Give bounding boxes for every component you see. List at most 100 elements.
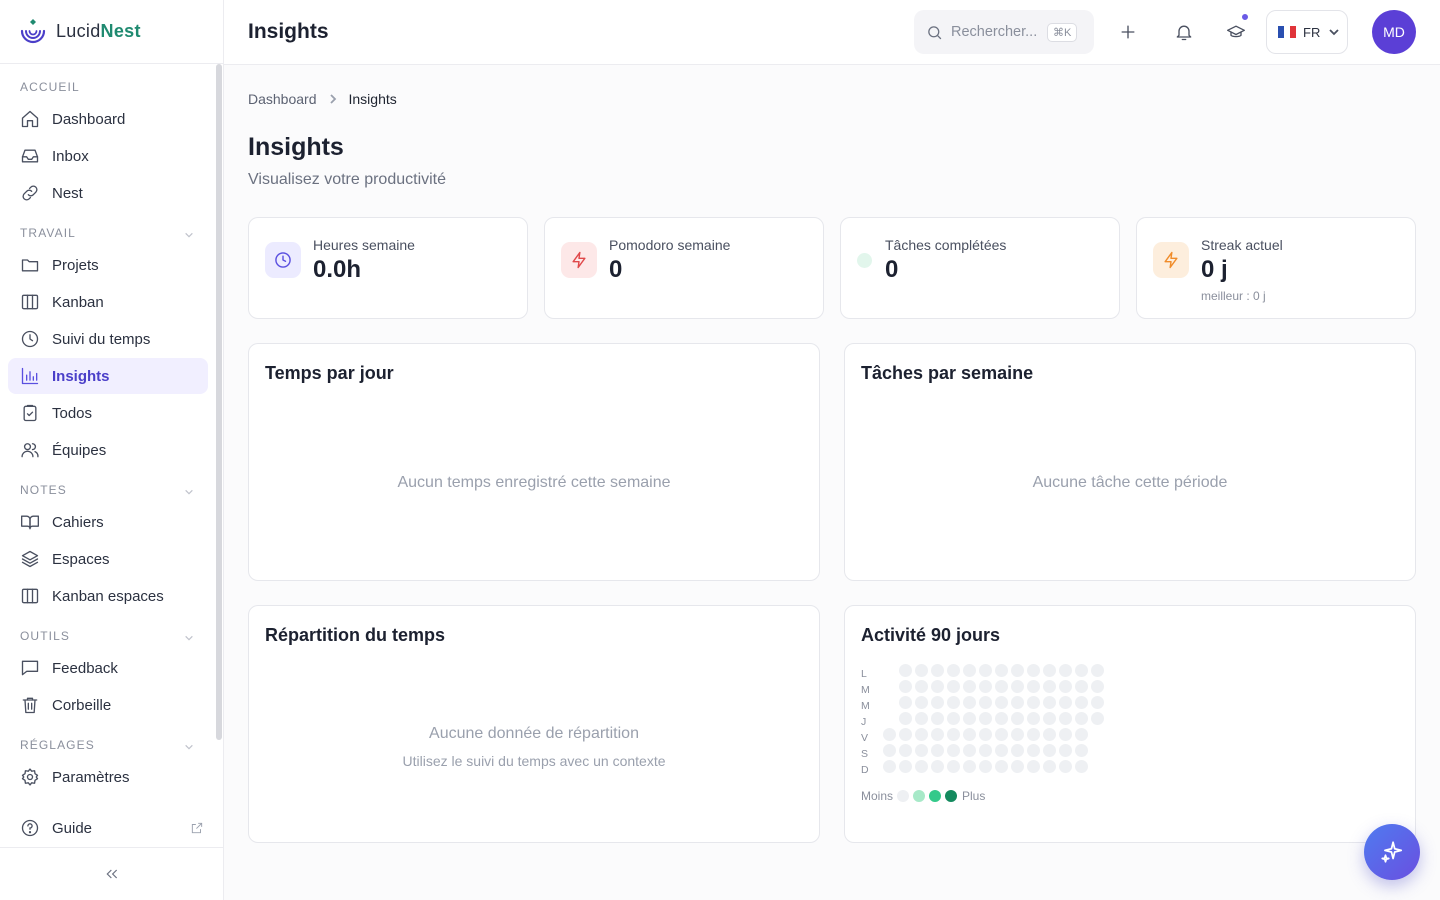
- user-avatar[interactable]: MD: [1372, 10, 1416, 54]
- heatmap-cell[interactable]: [1075, 728, 1088, 741]
- sidebar-item-parametres[interactable]: Paramètres: [8, 759, 208, 795]
- search-input[interactable]: [951, 24, 1041, 40]
- heatmap-cell[interactable]: [1075, 696, 1088, 709]
- heatmap-cell[interactable]: [995, 712, 1008, 725]
- heatmap-cell[interactable]: [947, 664, 960, 677]
- heatmap-cell[interactable]: [1043, 728, 1056, 741]
- heatmap-cell[interactable]: [1059, 760, 1072, 773]
- heatmap-cell[interactable]: [915, 680, 928, 693]
- sidebar-item-dashboard[interactable]: Dashboard: [8, 101, 208, 137]
- sidebar-item-espaces[interactable]: Espaces: [8, 541, 208, 577]
- sidebar-scrollbar[interactable]: [216, 64, 222, 740]
- heatmap-cell[interactable]: [899, 728, 912, 741]
- heatmap-cell[interactable]: [915, 744, 928, 757]
- ai-assistant-button[interactable]: [1364, 824, 1420, 880]
- heatmap-cell[interactable]: [995, 744, 1008, 757]
- section-reglages[interactable]: RÉGLAGES: [8, 724, 208, 758]
- heatmap-cell[interactable]: [1011, 664, 1024, 677]
- heatmap-cell[interactable]: [931, 712, 944, 725]
- heatmap-cell[interactable]: [995, 696, 1008, 709]
- heatmap-cell[interactable]: [931, 680, 944, 693]
- heatmap-cell[interactable]: [899, 744, 912, 757]
- heatmap-cell[interactable]: [947, 680, 960, 693]
- heatmap-cell[interactable]: [1011, 680, 1024, 693]
- heatmap-cell[interactable]: [1091, 680, 1104, 693]
- heatmap-cell[interactable]: [931, 728, 944, 741]
- heatmap-cell[interactable]: [979, 760, 992, 773]
- sidebar-item-corbeille[interactable]: Corbeille: [8, 687, 208, 723]
- heatmap-cell[interactable]: [995, 680, 1008, 693]
- heatmap-cell[interactable]: [1011, 744, 1024, 757]
- heatmap-cell[interactable]: [1027, 728, 1040, 741]
- sidebar-item-guide[interactable]: Guide: [8, 810, 216, 846]
- heatmap-cell[interactable]: [979, 712, 992, 725]
- heatmap-cell[interactable]: [963, 712, 976, 725]
- heatmap-cell[interactable]: [931, 744, 944, 757]
- section-notes[interactable]: NOTES: [8, 469, 208, 503]
- heatmap-cell[interactable]: [963, 744, 976, 757]
- heatmap-cell[interactable]: [1043, 680, 1056, 693]
- sidebar-item-inbox[interactable]: Inbox: [8, 138, 208, 174]
- sidebar-item-kanban[interactable]: Kanban: [8, 284, 208, 320]
- heatmap-cell[interactable]: [963, 696, 976, 709]
- heatmap-cell[interactable]: [1027, 712, 1040, 725]
- heatmap-cell[interactable]: [963, 728, 976, 741]
- heatmap-cell[interactable]: [1059, 696, 1072, 709]
- heatmap-cell[interactable]: [979, 696, 992, 709]
- heatmap-cell[interactable]: [899, 760, 912, 773]
- heatmap-cell[interactable]: [1043, 712, 1056, 725]
- heatmap-cell[interactable]: [979, 744, 992, 757]
- heatmap-cell[interactable]: [1059, 728, 1072, 741]
- sidebar-item-equipes[interactable]: Équipes: [8, 432, 208, 468]
- heatmap-cell[interactable]: [947, 728, 960, 741]
- heatmap-cell[interactable]: [915, 696, 928, 709]
- learning-button[interactable]: [1220, 12, 1252, 48]
- heatmap-cell[interactable]: [931, 696, 944, 709]
- heatmap-cell[interactable]: [979, 680, 992, 693]
- heatmap-cell[interactable]: [1075, 760, 1088, 773]
- heatmap-cell[interactable]: [995, 664, 1008, 677]
- heatmap-cell[interactable]: [883, 744, 896, 757]
- heatmap-cell[interactable]: [1059, 744, 1072, 757]
- heatmap-cell[interactable]: [1011, 760, 1024, 773]
- notifications-button[interactable]: [1168, 16, 1200, 48]
- heatmap-cell[interactable]: [1027, 744, 1040, 757]
- heatmap-cell[interactable]: [931, 760, 944, 773]
- heatmap-cell[interactable]: [1075, 744, 1088, 757]
- collapse-sidebar-button[interactable]: [0, 847, 224, 900]
- brand[interactable]: LucidNest: [0, 0, 223, 64]
- sidebar-item-kanban-espaces[interactable]: Kanban espaces: [8, 578, 208, 614]
- heatmap-cell[interactable]: [1043, 696, 1056, 709]
- heatmap-cell[interactable]: [915, 728, 928, 741]
- section-outils[interactable]: OUTILS: [8, 615, 208, 649]
- heatmap-cell[interactable]: [1011, 712, 1024, 725]
- sidebar-item-feedback[interactable]: Feedback: [8, 650, 208, 686]
- heatmap-cell[interactable]: [1011, 728, 1024, 741]
- heatmap-cell[interactable]: [947, 696, 960, 709]
- heatmap-cell[interactable]: [899, 712, 912, 725]
- heatmap-cell[interactable]: [1059, 712, 1072, 725]
- heatmap-cell[interactable]: [1027, 664, 1040, 677]
- heatmap-cell[interactable]: [915, 760, 928, 773]
- sidebar-item-insights[interactable]: Insights: [8, 358, 208, 394]
- heatmap-cell[interactable]: [995, 760, 1008, 773]
- heatmap-cell[interactable]: [899, 680, 912, 693]
- heatmap-cell[interactable]: [979, 664, 992, 677]
- heatmap-cell[interactable]: [1027, 680, 1040, 693]
- sidebar-item-todos[interactable]: Todos: [8, 395, 208, 431]
- search-box[interactable]: ⌘K: [914, 10, 1094, 54]
- heatmap-cell[interactable]: [947, 744, 960, 757]
- heatmap-cell[interactable]: [1075, 712, 1088, 725]
- heatmap-cell[interactable]: [883, 728, 896, 741]
- heatmap-cell[interactable]: [1043, 664, 1056, 677]
- heatmap-cell[interactable]: [995, 728, 1008, 741]
- heatmap-cell[interactable]: [1091, 664, 1104, 677]
- heatmap-cell[interactable]: [963, 760, 976, 773]
- breadcrumb-dashboard[interactable]: Dashboard: [248, 91, 317, 107]
- heatmap-cell[interactable]: [1011, 696, 1024, 709]
- heatmap-cell[interactable]: [1059, 680, 1072, 693]
- heatmap-cell[interactable]: [1075, 664, 1088, 677]
- heatmap-cell[interactable]: [1091, 696, 1104, 709]
- heatmap-cell[interactable]: [1091, 712, 1104, 725]
- heatmap-cell[interactable]: [883, 760, 896, 773]
